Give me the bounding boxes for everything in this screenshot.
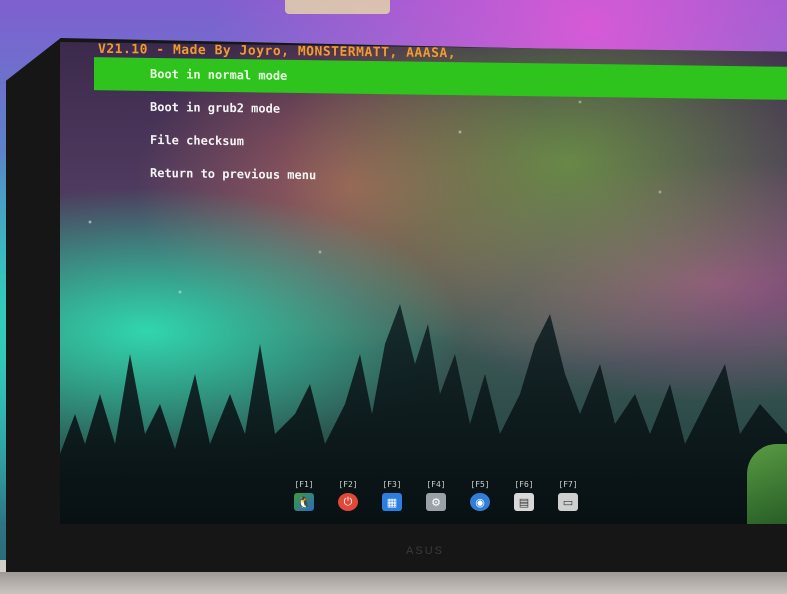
- mascot-image: [747, 444, 787, 524]
- fkey-f3[interactable]: [F3] ▦: [378, 480, 406, 516]
- fkey-f2[interactable]: [F2] ⏻: [334, 480, 362, 516]
- disk-icon: ◉: [470, 493, 490, 511]
- wallpaper-tab: [285, 0, 390, 14]
- fkey-f4[interactable]: [F4] ⚙: [422, 480, 450, 516]
- fkey-f4-label: [F4]: [426, 480, 446, 489]
- power-icon: ⏻: [338, 493, 358, 511]
- boot-screen: V21.10 - Made By Joyro, MONSTERMATT, AAA…: [60, 42, 787, 524]
- fkey-f3-label: [F3]: [382, 480, 402, 489]
- fkey-f5-label: [F5]: [470, 480, 490, 489]
- fkey-f6[interactable]: [F6] ▤: [510, 480, 538, 516]
- fkey-f2-label: [F2]: [338, 480, 358, 489]
- desk-surface: [0, 572, 787, 594]
- monitor-brand-logo: ASUS: [406, 545, 444, 557]
- fkey-f1-label: [F1]: [294, 480, 314, 489]
- grid-icon: ▦: [382, 493, 402, 511]
- fkey-f6-label: [F6]: [514, 480, 534, 489]
- settings-icon: ⚙: [426, 493, 446, 511]
- fkey-f1[interactable]: [F1] 🐧: [290, 480, 318, 516]
- fkey-f7[interactable]: [F7] ▭: [554, 480, 582, 516]
- monitor-icon: ▭: [558, 493, 578, 511]
- fkey-f7-label: [F7]: [558, 480, 578, 489]
- boot-menu: Boot in normal mode Boot in grub2 mode F…: [94, 57, 787, 194]
- fkey-f5[interactable]: [F5] ◉: [466, 480, 494, 516]
- function-key-bar: [F1] 🐧 [F2] ⏻ [F3] ▦ [F4] ⚙ [F5] ◉ [F6] …: [290, 480, 600, 516]
- tux-icon: 🐧: [294, 493, 314, 511]
- file-icon: ▤: [514, 493, 534, 511]
